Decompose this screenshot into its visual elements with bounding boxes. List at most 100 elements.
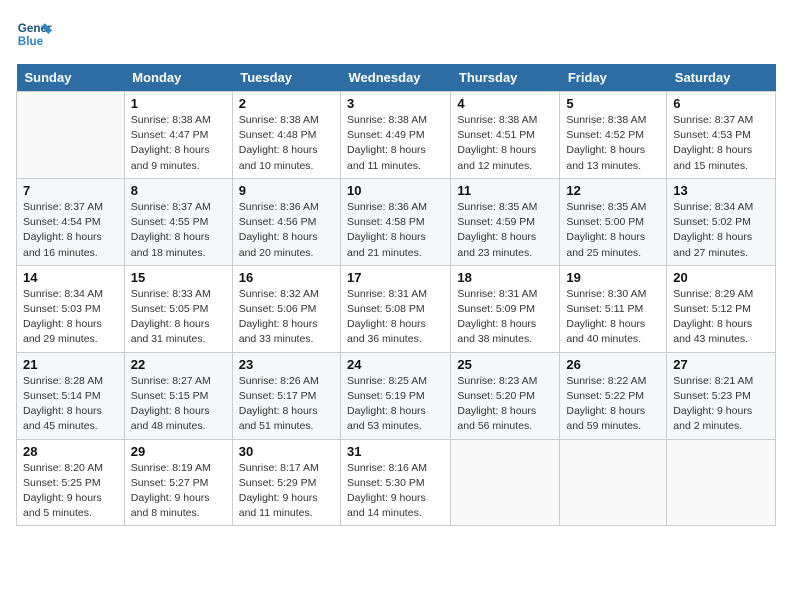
day-number: 13 <box>673 183 769 198</box>
day-info: Sunrise: 8:37 AMSunset: 4:54 PMDaylight:… <box>23 200 118 261</box>
week-row-1: 1Sunrise: 8:38 AMSunset: 4:47 PMDaylight… <box>17 92 776 179</box>
day-number: 5 <box>566 96 660 111</box>
day-info: Sunrise: 8:37 AMSunset: 4:55 PMDaylight:… <box>131 200 226 261</box>
calendar-cell: 18 Sunrise: 8:31 AMSunset: 5:09 PMDayligh… <box>451 265 560 352</box>
calendar-cell: 28 Sunrise: 8:20 AMSunset: 5:25 PMDayligh… <box>17 439 125 526</box>
day-number: 16 <box>239 270 334 285</box>
day-info: Sunrise: 8:30 AMSunset: 5:11 PMDaylight:… <box>566 287 660 348</box>
calendar-cell: 29 Sunrise: 8:19 AMSunset: 5:27 PMDayligh… <box>124 439 232 526</box>
day-number: 3 <box>347 96 444 111</box>
calendar-cell: 2 Sunrise: 8:38 AMSunset: 4:48 PMDaylight… <box>232 92 340 179</box>
day-number: 8 <box>131 183 226 198</box>
calendar-cell <box>667 439 776 526</box>
weekday-header-saturday: Saturday <box>667 64 776 92</box>
day-number: 4 <box>457 96 553 111</box>
weekday-header-sunday: Sunday <box>17 64 125 92</box>
day-number: 22 <box>131 357 226 372</box>
logo: General Blue <box>16 16 56 52</box>
day-number: 10 <box>347 183 444 198</box>
day-number: 19 <box>566 270 660 285</box>
calendar-table: SundayMondayTuesdayWednesdayThursdayFrid… <box>16 64 776 526</box>
week-row-5: 28 Sunrise: 8:20 AMSunset: 5:25 PMDayligh… <box>17 439 776 526</box>
day-info: Sunrise: 8:20 AMSunset: 5:25 PMDaylight:… <box>23 461 118 522</box>
calendar-cell: 10 Sunrise: 8:36 AMSunset: 4:58 PMDayligh… <box>341 178 451 265</box>
day-info: Sunrise: 8:38 AMSunset: 4:49 PMDaylight:… <box>347 113 444 174</box>
calendar-cell: 20 Sunrise: 8:29 AMSunset: 5:12 PMDayligh… <box>667 265 776 352</box>
day-info: Sunrise: 8:36 AMSunset: 4:58 PMDaylight:… <box>347 200 444 261</box>
day-number: 25 <box>457 357 553 372</box>
weekday-header-wednesday: Wednesday <box>341 64 451 92</box>
day-number: 23 <box>239 357 334 372</box>
day-info: Sunrise: 8:19 AMSunset: 5:27 PMDaylight:… <box>131 461 226 522</box>
calendar-cell <box>560 439 667 526</box>
calendar-cell: 12 Sunrise: 8:35 AMSunset: 5:00 PMDayligh… <box>560 178 667 265</box>
day-number: 30 <box>239 444 334 459</box>
day-number: 18 <box>457 270 553 285</box>
day-info: Sunrise: 8:35 AMSunset: 4:59 PMDaylight:… <box>457 200 553 261</box>
weekday-header-tuesday: Tuesday <box>232 64 340 92</box>
day-info: Sunrise: 8:22 AMSunset: 5:22 PMDaylight:… <box>566 374 660 435</box>
day-info: Sunrise: 8:23 AMSunset: 5:20 PMDaylight:… <box>457 374 553 435</box>
calendar-cell: 5 Sunrise: 8:38 AMSunset: 4:52 PMDaylight… <box>560 92 667 179</box>
calendar-cell: 24 Sunrise: 8:25 AMSunset: 5:19 PMDayligh… <box>341 352 451 439</box>
week-row-4: 21Sunrise: 8:28 AMSunset: 5:14 PMDayligh… <box>17 352 776 439</box>
calendar-cell <box>451 439 560 526</box>
weekday-header-friday: Friday <box>560 64 667 92</box>
header: General Blue <box>16 16 776 52</box>
calendar-cell: 13Sunrise: 8:34 AMSunset: 5:02 PMDayligh… <box>667 178 776 265</box>
day-number: 15 <box>131 270 226 285</box>
calendar-cell: 31Sunrise: 8:16 AMSunset: 5:30 PMDayligh… <box>341 439 451 526</box>
weekday-header-thursday: Thursday <box>451 64 560 92</box>
day-info: Sunrise: 8:21 AMSunset: 5:23 PMDaylight:… <box>673 374 769 435</box>
day-number: 26 <box>566 357 660 372</box>
svg-text:Blue: Blue <box>18 35 44 48</box>
day-info: Sunrise: 8:31 AMSunset: 5:09 PMDaylight:… <box>457 287 553 348</box>
day-number: 31 <box>347 444 444 459</box>
calendar-cell: 7 Sunrise: 8:37 AMSunset: 4:54 PMDaylight… <box>17 178 125 265</box>
day-info: Sunrise: 8:17 AMSunset: 5:29 PMDaylight:… <box>239 461 334 522</box>
day-info: Sunrise: 8:33 AMSunset: 5:05 PMDaylight:… <box>131 287 226 348</box>
calendar-cell: 30 Sunrise: 8:17 AMSunset: 5:29 PMDayligh… <box>232 439 340 526</box>
day-number: 12 <box>566 183 660 198</box>
day-info: Sunrise: 8:29 AMSunset: 5:12 PMDaylight:… <box>673 287 769 348</box>
calendar-cell: 27 Sunrise: 8:21 AMSunset: 5:23 PMDayligh… <box>667 352 776 439</box>
day-number: 14 <box>23 270 118 285</box>
day-number: 29 <box>131 444 226 459</box>
day-info: Sunrise: 8:34 AMSunset: 5:03 PMDaylight:… <box>23 287 118 348</box>
day-info: Sunrise: 8:28 AMSunset: 5:14 PMDaylight:… <box>23 374 118 435</box>
day-info: Sunrise: 8:38 AMSunset: 4:52 PMDaylight:… <box>566 113 660 174</box>
day-info: Sunrise: 8:35 AMSunset: 5:00 PMDaylight:… <box>566 200 660 261</box>
day-info: Sunrise: 8:26 AMSunset: 5:17 PMDaylight:… <box>239 374 334 435</box>
calendar-cell: 26 Sunrise: 8:22 AMSunset: 5:22 PMDayligh… <box>560 352 667 439</box>
calendar-cell: 22Sunrise: 8:27 AMSunset: 5:15 PMDayligh… <box>124 352 232 439</box>
calendar-cell <box>17 92 125 179</box>
calendar-cell: 1Sunrise: 8:38 AMSunset: 4:47 PMDaylight… <box>124 92 232 179</box>
calendar-cell: 14 Sunrise: 8:34 AMSunset: 5:03 PMDayligh… <box>17 265 125 352</box>
weekday-header-row: SundayMondayTuesdayWednesdayThursdayFrid… <box>17 64 776 92</box>
day-info: Sunrise: 8:37 AMSunset: 4:53 PMDaylight:… <box>673 113 769 174</box>
calendar-cell: 23 Sunrise: 8:26 AMSunset: 5:17 PMDayligh… <box>232 352 340 439</box>
day-number: 17 <box>347 270 444 285</box>
day-number: 2 <box>239 96 334 111</box>
weekday-header-monday: Monday <box>124 64 232 92</box>
day-number: 24 <box>347 357 444 372</box>
calendar-cell: 25 Sunrise: 8:23 AMSunset: 5:20 PMDayligh… <box>451 352 560 439</box>
week-row-3: 14 Sunrise: 8:34 AMSunset: 5:03 PMDayligh… <box>17 265 776 352</box>
day-info: Sunrise: 8:36 AMSunset: 4:56 PMDaylight:… <box>239 200 334 261</box>
calendar-cell: 6Sunrise: 8:37 AMSunset: 4:53 PMDaylight… <box>667 92 776 179</box>
day-number: 27 <box>673 357 769 372</box>
day-number: 11 <box>457 183 553 198</box>
day-info: Sunrise: 8:25 AMSunset: 5:19 PMDaylight:… <box>347 374 444 435</box>
calendar-cell: 8 Sunrise: 8:37 AMSunset: 4:55 PMDaylight… <box>124 178 232 265</box>
calendar-cell: 3 Sunrise: 8:38 AMSunset: 4:49 PMDaylight… <box>341 92 451 179</box>
calendar-cell: 17Sunrise: 8:31 AMSunset: 5:08 PMDayligh… <box>341 265 451 352</box>
calendar-cell: 15 Sunrise: 8:33 AMSunset: 5:05 PMDayligh… <box>124 265 232 352</box>
calendar-cell: 11 Sunrise: 8:35 AMSunset: 4:59 PMDayligh… <box>451 178 560 265</box>
day-info: Sunrise: 8:32 AMSunset: 5:06 PMDaylight:… <box>239 287 334 348</box>
day-number: 28 <box>23 444 118 459</box>
week-row-2: 7 Sunrise: 8:37 AMSunset: 4:54 PMDaylight… <box>17 178 776 265</box>
day-number: 9 <box>239 183 334 198</box>
day-info: Sunrise: 8:38 AMSunset: 4:48 PMDaylight:… <box>239 113 334 174</box>
day-number: 7 <box>23 183 118 198</box>
day-number: 20 <box>673 270 769 285</box>
